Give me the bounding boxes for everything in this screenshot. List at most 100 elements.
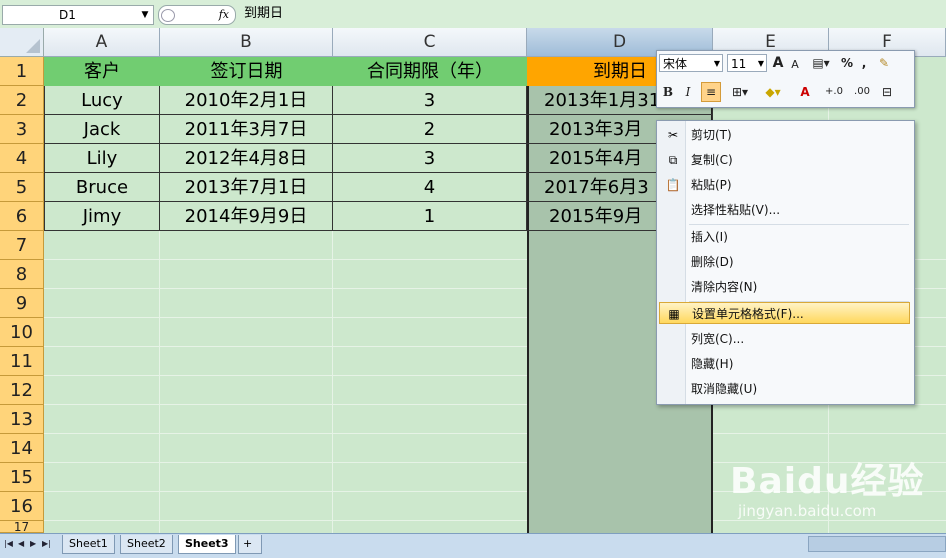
merge-center-icon[interactable]: ⊟ <box>878 83 896 101</box>
menu-item-unhide[interactable]: 取消隐藏(U) <box>659 378 910 400</box>
row-header-6[interactable]: 6 <box>0 202 44 231</box>
font-size-value: 11 <box>731 57 747 71</box>
cell-b6[interactable]: 2014年9月9日 <box>160 202 333 231</box>
row-header-16[interactable]: 16 <box>0 492 44 521</box>
row-header-10[interactable]: 10 <box>0 318 44 347</box>
column-header-c[interactable]: C <box>333 28 527 57</box>
cell-b4[interactable]: 2012年4月8日 <box>160 144 333 173</box>
cell-a3[interactable]: Jack <box>44 115 160 144</box>
cell-a1[interactable]: 客户 <box>44 57 160 86</box>
row-header-2[interactable]: 2 <box>0 86 44 115</box>
zoom-icon <box>161 9 175 22</box>
cell-b1[interactable]: 签订日期 <box>160 57 333 86</box>
menu-item-delete[interactable]: 删除(D) <box>659 251 910 273</box>
cell-a5[interactable]: Bruce <box>44 173 160 202</box>
grow-font-icon[interactable]: A <box>771 54 785 72</box>
row-header-11[interactable]: 11 <box>0 347 44 376</box>
align-center-icon[interactable]: ≡ <box>701 82 721 102</box>
copy-icon: ⧉ <box>668 153 678 167</box>
formula-bar: D1 ▼ fx 到期日 <box>0 0 946 29</box>
font-name-combo[interactable]: 宋体 ▼ <box>659 54 723 72</box>
sheet-tab-1[interactable]: Sheet1 <box>62 535 115 554</box>
row-header-15[interactable]: 15 <box>0 463 44 492</box>
mini-toolbar: 宋体 ▼ 11 ▼ A A ▤▾ % , ✎ B I ≡ ⊞▾ ◆▾ A +.0… <box>656 50 915 108</box>
context-menu: ✂ 剪切(T) ⧉ 复制(C) 📋 粘贴(P) 选择性粘贴(V)... 插入(I… <box>656 120 915 405</box>
name-box-value: D1 <box>59 8 76 22</box>
menu-item-copy[interactable]: ⧉ 复制(C) <box>659 149 910 171</box>
column-header-a[interactable]: A <box>44 28 160 57</box>
format-cells-icon: ▦ <box>668 307 680 321</box>
row-header-14[interactable]: 14 <box>0 434 44 463</box>
cell-b2[interactable]: 2010年2月1日 <box>160 86 333 115</box>
shrink-font-icon[interactable]: A <box>789 56 801 74</box>
format-painter-icon[interactable]: ✎ <box>875 54 893 72</box>
grid-line <box>44 433 946 434</box>
row-header-3[interactable]: 3 <box>0 115 44 144</box>
horizontal-scrollbar[interactable] <box>808 536 946 552</box>
insert-sheet-icon[interactable]: + <box>238 535 262 554</box>
insert-function-icon[interactable]: fx <box>219 6 229 24</box>
percent-icon[interactable]: % <box>839 54 855 72</box>
menu-item-hide[interactable]: 隐藏(H) <box>659 353 910 375</box>
last-sheet-icon[interactable]: ▶| <box>42 537 52 551</box>
format-style-icon[interactable]: ▤▾ <box>807 54 835 72</box>
prev-sheet-icon[interactable]: ◀ <box>18 537 28 551</box>
sheet-tab-2[interactable]: Sheet2 <box>120 535 173 554</box>
row-header-8[interactable]: 8 <box>0 260 44 289</box>
cell-c5[interactable]: 4 <box>333 173 527 202</box>
next-sheet-icon[interactable]: ▶ <box>30 537 40 551</box>
chevron-down-icon: ▼ <box>757 59 764 68</box>
name-box[interactable]: D1 ▼ <box>2 5 154 25</box>
cell-c1[interactable]: 合同期限（年） <box>333 57 527 86</box>
font-name-value: 宋体 <box>663 57 688 71</box>
chevron-down-icon: ▼ <box>713 59 720 68</box>
menu-item-paste[interactable]: 📋 粘贴(P) <box>659 174 910 196</box>
watermark-url: jingyan.baidu.com <box>738 502 877 520</box>
column-header-b[interactable]: B <box>160 28 333 57</box>
menu-item-cut[interactable]: ✂ 剪切(T) <box>659 124 910 146</box>
select-all-button[interactable] <box>0 28 44 57</box>
row-header-1[interactable]: 1 <box>0 57 44 86</box>
paste-icon: 📋 <box>665 178 681 192</box>
menu-separator <box>689 224 909 225</box>
first-sheet-icon[interactable]: |◀ <box>4 537 14 551</box>
row-header-12[interactable]: 12 <box>0 376 44 405</box>
sheet-tab-bar: |◀ ◀ ▶ ▶| Sheet1 Sheet2 Sheet3 + <box>0 533 946 558</box>
cell-b5[interactable]: 2013年7月1日 <box>160 173 333 202</box>
row-header-13[interactable]: 13 <box>0 405 44 434</box>
row-header-9[interactable]: 9 <box>0 289 44 318</box>
menu-item-insert[interactable]: 插入(I) <box>659 226 910 248</box>
fill-color-icon[interactable]: ◆▾ <box>759 83 787 101</box>
cell-c3[interactable]: 2 <box>333 115 527 144</box>
formula-input[interactable]: 到期日 <box>244 5 283 23</box>
italic-icon[interactable]: I <box>680 83 696 101</box>
cell-b3[interactable]: 2011年3月7日 <box>160 115 333 144</box>
sheet-tab-3[interactable]: Sheet3 <box>178 535 236 554</box>
cell-a2[interactable]: Lucy <box>44 86 160 115</box>
row-header-17[interactable]: 17 <box>0 521 44 533</box>
menu-item-column-width[interactable]: 列宽(C)... <box>659 328 910 350</box>
increase-decimal-icon[interactable]: +.0 <box>821 83 847 101</box>
bold-icon[interactable]: B <box>660 83 676 101</box>
cell-a6[interactable]: Jimy <box>44 202 160 231</box>
cell-c2[interactable]: 3 <box>333 86 527 115</box>
row-header-7[interactable]: 7 <box>0 231 44 260</box>
menu-item-clear-contents[interactable]: 清除内容(N) <box>659 276 910 298</box>
font-color-icon[interactable]: A <box>792 83 818 101</box>
scissors-icon: ✂ <box>667 128 679 142</box>
decrease-decimal-icon[interactable]: .00 <box>849 83 875 101</box>
menu-item-format-cells[interactable]: ▦ 设置单元格格式(F)... <box>659 302 910 324</box>
name-box-dropdown-icon[interactable]: ▼ <box>138 6 152 24</box>
font-size-combo[interactable]: 11 ▼ <box>727 54 767 72</box>
comma-icon[interactable]: , <box>857 54 871 72</box>
row-header-5[interactable]: 5 <box>0 173 44 202</box>
baidu-watermark: Baidu经验 jingyan.baidu.com <box>730 452 940 532</box>
fx-area[interactable]: fx <box>158 5 236 25</box>
row-header-4[interactable]: 4 <box>0 144 44 173</box>
cell-a4[interactable]: Lily <box>44 144 160 173</box>
cell-c6[interactable]: 1 <box>333 202 527 231</box>
cell-c4[interactable]: 3 <box>333 144 527 173</box>
menu-item-paste-special[interactable]: 选择性粘贴(V)... <box>659 199 910 221</box>
borders-icon[interactable]: ⊞▾ <box>727 83 753 101</box>
watermark-logo: Baidu经验 <box>730 461 925 502</box>
